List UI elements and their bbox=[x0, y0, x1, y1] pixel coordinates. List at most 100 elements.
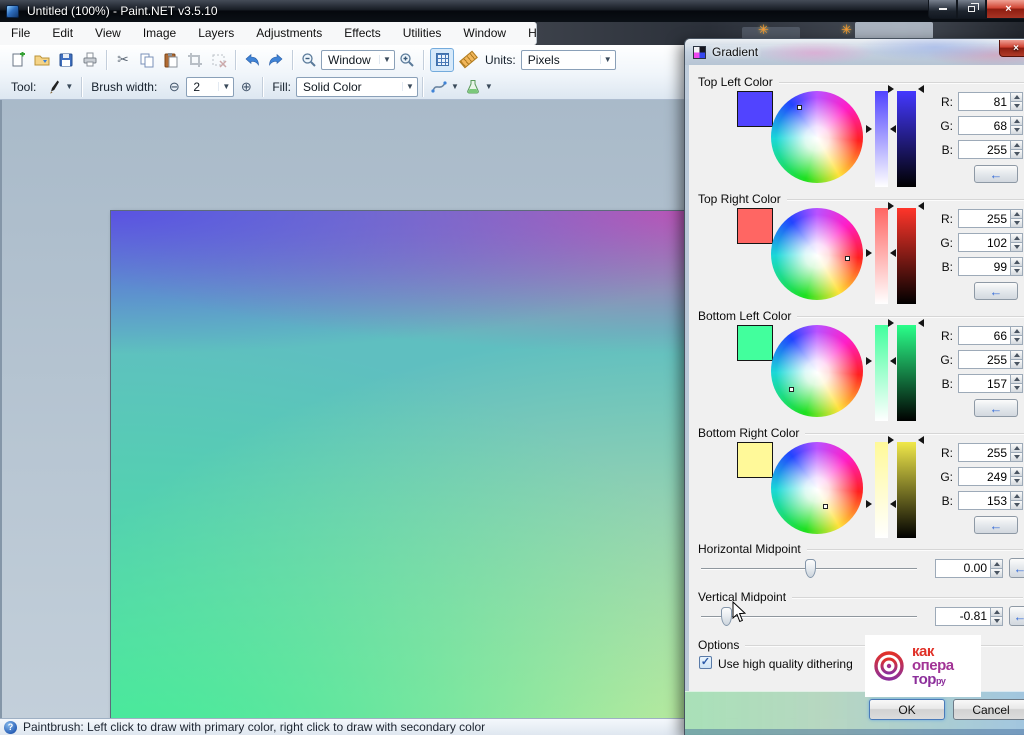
saturation-marker-icon[interactable] bbox=[866, 500, 872, 508]
saturation-marker-icon[interactable] bbox=[890, 500, 896, 508]
blue-input[interactable] bbox=[958, 491, 1010, 510]
green-input[interactable] bbox=[958, 467, 1010, 486]
blue-spinner[interactable] bbox=[1010, 491, 1023, 510]
dithering-checkbox-label[interactable]: Use high quality dithering bbox=[718, 657, 853, 671]
saturation-slider[interactable] bbox=[875, 91, 888, 187]
transfer-color-button[interactable]: ← bbox=[974, 516, 1018, 534]
transfer-color-button[interactable]: ← bbox=[974, 165, 1018, 183]
dialog-title-bar[interactable]: Gradient bbox=[685, 39, 1024, 65]
blue-input[interactable] bbox=[958, 140, 1010, 159]
red-input[interactable] bbox=[958, 326, 1010, 345]
value-marker-icon[interactable] bbox=[888, 436, 894, 444]
vertical-midpoint-input[interactable] bbox=[935, 606, 990, 626]
title-bar[interactable]: Untitled (100%) - Paint.NET v3.5.10 × bbox=[0, 0, 1024, 22]
value-marker-icon[interactable] bbox=[918, 85, 924, 93]
curve-style-icon[interactable] bbox=[428, 76, 450, 98]
red-input[interactable] bbox=[958, 92, 1010, 111]
transfer-color-button[interactable]: ← bbox=[974, 282, 1018, 300]
dialog-close-button[interactable]: × bbox=[999, 40, 1024, 57]
red-input[interactable] bbox=[958, 209, 1010, 228]
transfer-color-button[interactable]: ← bbox=[974, 399, 1018, 417]
zoom-out-icon[interactable] bbox=[298, 49, 320, 71]
cut-icon[interactable]: ✂ bbox=[112, 49, 134, 71]
blue-spinner[interactable] bbox=[1010, 257, 1023, 276]
color-wheel-marker[interactable] bbox=[789, 387, 794, 392]
blue-input[interactable] bbox=[958, 257, 1010, 276]
color-wheel-marker[interactable] bbox=[845, 256, 850, 261]
paintbrush-tool-icon[interactable] bbox=[42, 76, 64, 98]
saturation-marker-icon[interactable] bbox=[866, 357, 872, 365]
color-swatch[interactable] bbox=[737, 325, 773, 361]
menu-adjustments[interactable]: Adjustments bbox=[245, 22, 333, 45]
cancel-button[interactable]: Cancel bbox=[953, 699, 1024, 720]
color-swatch[interactable] bbox=[737, 91, 773, 127]
color-wheel[interactable] bbox=[771, 91, 863, 183]
fill-dropdown[interactable]: Solid Color ▼ bbox=[295, 76, 418, 97]
horizontal-midpoint-input[interactable] bbox=[935, 558, 990, 578]
red-spinner[interactable] bbox=[1010, 326, 1023, 345]
undo-icon[interactable] bbox=[241, 49, 263, 71]
value-marker-icon[interactable] bbox=[888, 85, 894, 93]
menu-effects[interactable]: Effects bbox=[333, 22, 391, 45]
color-wheel-marker[interactable] bbox=[823, 504, 828, 509]
value-slider[interactable] bbox=[897, 91, 916, 187]
green-spinner[interactable] bbox=[1010, 233, 1023, 252]
open-file-icon[interactable] bbox=[31, 49, 53, 71]
chevron-down-icon[interactable]: ▼ bbox=[485, 82, 493, 91]
value-slider[interactable] bbox=[897, 325, 916, 421]
red-spinner[interactable] bbox=[1010, 92, 1023, 111]
green-spinner[interactable] bbox=[1010, 467, 1023, 486]
ruler-toggle-button[interactable] bbox=[457, 49, 479, 71]
color-wheel-marker[interactable] bbox=[797, 105, 802, 110]
decrease-width-button[interactable]: ⊖ bbox=[163, 76, 185, 98]
menu-window[interactable]: Window bbox=[452, 22, 517, 45]
copy-icon[interactable] bbox=[136, 49, 158, 71]
value-marker-icon[interactable] bbox=[918, 436, 924, 444]
dithering-checkbox[interactable]: ✓ bbox=[699, 656, 712, 669]
value-marker-icon[interactable] bbox=[888, 202, 894, 210]
canvas-gradient-image[interactable] bbox=[110, 210, 686, 735]
green-spinner[interactable] bbox=[1010, 116, 1023, 135]
paste-icon[interactable] bbox=[160, 49, 182, 71]
saturation-marker-icon[interactable] bbox=[890, 125, 896, 133]
saturation-marker-icon[interactable] bbox=[890, 249, 896, 257]
chevron-down-icon[interactable]: ▼ bbox=[451, 82, 459, 91]
green-input[interactable] bbox=[958, 116, 1010, 135]
ok-button[interactable]: OK bbox=[869, 699, 945, 720]
redo-icon[interactable] bbox=[265, 49, 287, 71]
color-wheel[interactable] bbox=[771, 208, 863, 300]
horizontal-midpoint-spinner[interactable] bbox=[990, 558, 1003, 578]
reset-horizontal-midpoint-button[interactable]: ← bbox=[1009, 558, 1024, 578]
blue-input[interactable] bbox=[958, 374, 1010, 393]
menu-image[interactable]: Image bbox=[132, 22, 187, 45]
value-marker-icon[interactable] bbox=[918, 202, 924, 210]
minimize-button[interactable] bbox=[928, 0, 957, 19]
value-slider[interactable] bbox=[897, 442, 916, 538]
green-spinner[interactable] bbox=[1010, 350, 1023, 369]
saturation-slider[interactable] bbox=[875, 325, 888, 421]
saturation-marker-icon[interactable] bbox=[866, 249, 872, 257]
value-marker-icon[interactable] bbox=[888, 319, 894, 327]
saturation-marker-icon[interactable] bbox=[890, 357, 896, 365]
value-marker-icon[interactable] bbox=[918, 319, 924, 327]
vertical-midpoint-spinner[interactable] bbox=[990, 606, 1003, 626]
units-dropdown[interactable]: Pixels ▼ bbox=[520, 49, 616, 70]
grid-toggle-button[interactable] bbox=[430, 47, 454, 72]
print-icon[interactable] bbox=[79, 49, 101, 71]
reset-vertical-midpoint-button[interactable]: ← bbox=[1009, 606, 1024, 626]
menu-edit[interactable]: Edit bbox=[41, 22, 84, 45]
menu-layers[interactable]: Layers bbox=[187, 22, 245, 45]
color-swatch[interactable] bbox=[737, 208, 773, 244]
restore-button[interactable] bbox=[957, 0, 986, 19]
increase-width-button[interactable]: ⊕ bbox=[235, 76, 257, 98]
save-icon[interactable] bbox=[55, 49, 77, 71]
saturation-marker-icon[interactable] bbox=[866, 125, 872, 133]
color-wheel[interactable] bbox=[771, 442, 863, 534]
zoom-in-icon[interactable] bbox=[396, 49, 418, 71]
red-spinner[interactable] bbox=[1010, 209, 1023, 228]
value-slider[interactable] bbox=[897, 208, 916, 304]
chevron-down-icon[interactable]: ▼ bbox=[65, 82, 73, 91]
blue-spinner[interactable] bbox=[1010, 374, 1023, 393]
color-wheel[interactable] bbox=[771, 325, 863, 417]
red-input[interactable] bbox=[958, 443, 1010, 462]
